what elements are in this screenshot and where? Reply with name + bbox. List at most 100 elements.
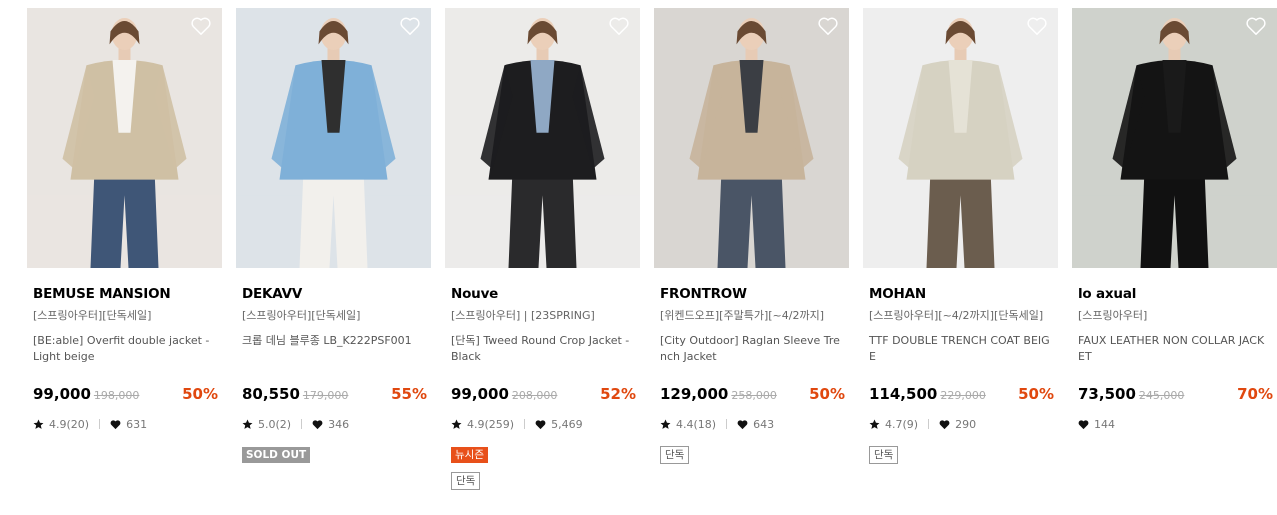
- badge-list: 뉴시즌 단독: [445, 443, 640, 496]
- rating-text: 4.7(9): [885, 417, 919, 431]
- price-row: 73,500 245,000 70%: [1072, 385, 1277, 405]
- heart-icon: [110, 419, 126, 430]
- divider: [99, 419, 101, 429]
- discount-rate: 70%: [1237, 385, 1273, 403]
- product-image[interactable]: [27, 8, 222, 268]
- product-name[interactable]: TTF DOUBLE TRENCH COAT BEIGE: [863, 333, 1058, 365]
- brand-name[interactable]: Nouve: [445, 286, 640, 306]
- product-name[interactable]: [City Outdoor] Raglan Sleeve Trench Jack…: [654, 333, 849, 365]
- original-price: 179,000: [302, 389, 349, 402]
- product-photo: [236, 8, 431, 268]
- heart-outline-icon[interactable]: [190, 16, 212, 36]
- product-card[interactable]: BEMUSE MANSION [스프링아우터][단독세일] [BE:able] …: [27, 8, 222, 496]
- review-stats: 4.9(259) 5,469: [445, 417, 640, 431]
- original-price: 229,000: [940, 389, 986, 402]
- star-icon: [451, 419, 467, 430]
- product-photo: [863, 8, 1058, 268]
- price-row: 129,000 258,000 50%: [654, 385, 849, 405]
- product-name[interactable]: 크롭 데님 블루종 LB_K222PSF001: [236, 333, 431, 365]
- sale-price: 73,500: [1078, 385, 1136, 403]
- star-icon: [869, 419, 885, 430]
- star-icon: [33, 419, 49, 430]
- product-card[interactable]: DEKAVV [스프링아우터][단독세일] 크롭 데님 블루종 LB_K222P…: [236, 8, 431, 496]
- review-stats: 4.4(18) 643: [654, 417, 849, 431]
- sale-price: 99,000: [33, 385, 91, 403]
- heart-outline-icon[interactable]: [1245, 16, 1267, 36]
- sale-price: 114,500: [869, 385, 938, 403]
- star-icon: [660, 419, 676, 430]
- discount-rate: 50%: [1018, 385, 1054, 403]
- product-photo: [654, 8, 849, 268]
- review-stats: 5.0(2) 346: [236, 417, 431, 431]
- original-price: 208,000: [511, 389, 558, 402]
- brand-name[interactable]: FRONTROW: [654, 286, 849, 306]
- heart-icon: [535, 419, 551, 430]
- product-card[interactable]: Nouve [스프링아우터] | [23SPRING] [단독] Tweed R…: [445, 8, 640, 496]
- price-row: 114,500 229,000 50%: [863, 385, 1058, 405]
- category-tags: [스프링아우터][단독세일]: [33, 309, 152, 322]
- likes-count: 144: [1094, 417, 1115, 431]
- divider: [726, 419, 728, 429]
- review-stats: 4.9(20) 631: [27, 417, 222, 431]
- product-image[interactable]: [445, 8, 640, 268]
- category-tags: [스프링아우터] | [23SPRING]: [451, 309, 595, 322]
- rating-text: 4.9(20): [49, 417, 90, 431]
- exclusive-badge: 단독: [660, 446, 690, 464]
- heart-outline-icon[interactable]: [399, 16, 421, 36]
- badge-list: 단독: [863, 443, 1058, 470]
- brand-name[interactable]: MOHAN: [863, 286, 1058, 306]
- product-name[interactable]: FAUX LEATHER NON COLLAR JACKET: [1072, 333, 1277, 365]
- star-icon: [242, 419, 258, 430]
- heart-outline-icon[interactable]: [1026, 16, 1048, 36]
- heart-outline-icon[interactable]: [608, 16, 630, 36]
- sale-price: 99,000: [451, 385, 509, 403]
- original-price: 198,000: [93, 389, 140, 402]
- product-photo: [1072, 8, 1277, 268]
- product-image[interactable]: [654, 8, 849, 268]
- original-price: 245,000: [1138, 389, 1185, 402]
- product-grid: BEMUSE MANSION [스프링아우터][단독세일] [BE:able] …: [27, 8, 1277, 496]
- discount-rate: 50%: [182, 385, 218, 403]
- discount-rate: 50%: [809, 385, 845, 403]
- discount-rate: 55%: [391, 385, 427, 403]
- likes-count: 643: [753, 417, 775, 431]
- heart-icon: [1078, 419, 1094, 430]
- product-photo: [27, 8, 222, 268]
- product-image[interactable]: [863, 8, 1058, 268]
- product-name[interactable]: [BE:able] Overfit double jacket - Light …: [27, 333, 222, 365]
- heart-outline-icon[interactable]: [817, 16, 839, 36]
- product-image[interactable]: [1072, 8, 1277, 268]
- brand-name[interactable]: BEMUSE MANSION: [27, 286, 222, 306]
- sold-out-badge: SOLD OUT: [242, 447, 311, 463]
- product-card[interactable]: lo axual [스프링아우터] FAUX LEATHER NON COLLA…: [1072, 8, 1277, 496]
- review-stats: 144: [1072, 417, 1277, 431]
- product-image[interactable]: [236, 8, 431, 268]
- brand-name[interactable]: lo axual: [1072, 286, 1277, 306]
- rating-text: 4.9(259): [467, 417, 515, 431]
- price-row: 99,000 198,000 50%: [27, 385, 222, 405]
- new-season-badge: 뉴시즌: [451, 447, 488, 463]
- heart-icon: [312, 419, 328, 430]
- divider: [301, 419, 303, 429]
- heart-icon: [939, 419, 955, 430]
- divider: [928, 419, 930, 429]
- badge-list: 단독: [654, 443, 849, 470]
- product-card[interactable]: MOHAN [스프링아우터][~4/2까지][단독세일] TTF DOUBLE …: [863, 8, 1058, 496]
- rating-text: 5.0(2): [258, 417, 292, 431]
- product-name[interactable]: [단독] Tweed Round Crop Jacket - Black: [445, 333, 640, 365]
- product-photo: [445, 8, 640, 268]
- heart-icon: [737, 419, 753, 430]
- likes-count: 631: [126, 417, 148, 431]
- brand-name[interactable]: DEKAVV: [236, 286, 431, 306]
- review-stats: 4.7(9) 290: [863, 417, 1058, 431]
- badge-list: SOLD OUT: [236, 443, 431, 469]
- price-row: 80,550 179,000 55%: [236, 385, 431, 405]
- price-row: 99,000 208,000 52%: [445, 385, 640, 405]
- category-tags: [위켄드오프][주말특가][~4/2까지]: [660, 309, 824, 322]
- exclusive-badge: 단독: [869, 446, 899, 464]
- likes-count: 346: [328, 417, 350, 431]
- discount-rate: 52%: [600, 385, 636, 403]
- category-tags: [스프링아우터][~4/2까지][단독세일]: [869, 309, 1044, 322]
- sale-price: 129,000: [660, 385, 729, 403]
- product-card[interactable]: FRONTROW [위켄드오프][주말특가][~4/2까지] [City Out…: [654, 8, 849, 496]
